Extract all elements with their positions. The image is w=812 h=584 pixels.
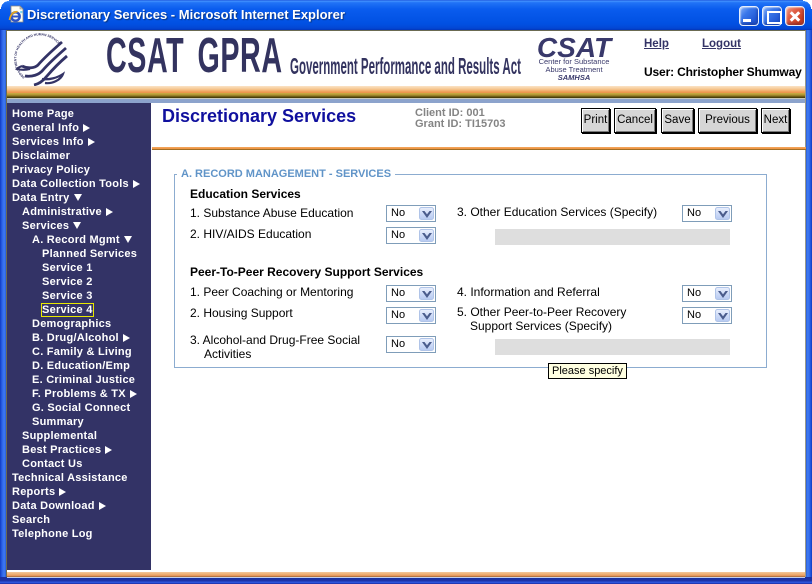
svg-text:DEPARTMENT OF HEALTH AND HUMAN: DEPARTMENT OF HEALTH AND HUMAN SERVICES … [12,33,62,79]
